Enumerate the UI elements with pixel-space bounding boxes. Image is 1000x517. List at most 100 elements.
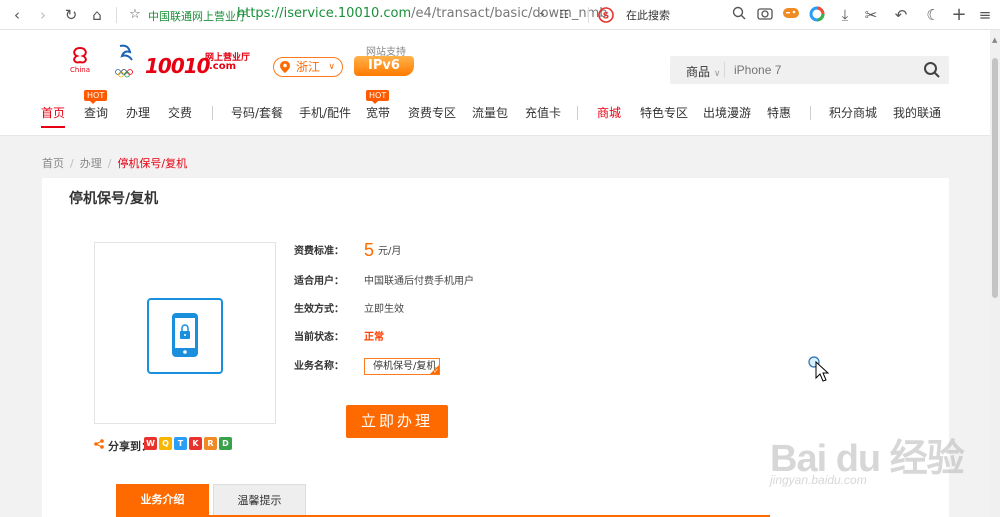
nav-item-label: 查询: [84, 106, 109, 120]
nav-item-store[interactable]: 商城: [597, 104, 621, 121]
scroll-up-icon[interactable]: ▲: [992, 36, 997, 44]
users-row: 适合用户： 中国联通后付费手机用户: [294, 272, 474, 287]
nav-item-home[interactable]: 首页: [41, 104, 66, 128]
nav-item-number-plan[interactable]: 号码/套餐: [231, 104, 283, 121]
nav-divider: [810, 106, 811, 120]
tencent-weibo-icon[interactable]: T: [174, 437, 187, 450]
hot-badge: HOT: [366, 90, 390, 104]
forward-icon[interactable]: ›: [34, 6, 52, 24]
breadcrumb-current: 停机保号/复机: [117, 157, 188, 170]
reload-icon[interactable]: ↻: [62, 6, 80, 24]
back-icon[interactable]: ‹: [8, 6, 26, 24]
product-search: 商品 ∨: [670, 56, 949, 84]
nav-item-tariffs[interactable]: 资费专区: [408, 104, 456, 121]
check-icon: ✓: [433, 367, 439, 375]
main-nav: 首页 HOT 查询 办理 交费 号码/套餐 手机/配件 HOT 宽带 资费专区 流量…: [0, 90, 990, 128]
plus-icon[interactable]: +: [950, 6, 968, 24]
nav-item-featured[interactable]: 特色专区: [640, 104, 688, 121]
url-main: https://iservice.10010.com: [237, 6, 412, 21]
china-unicom-logo[interactable]: China: [68, 44, 108, 78]
users-value: 中国联通后付费手机用户: [364, 276, 474, 287]
qr-icon[interactable]: ☷: [555, 6, 573, 24]
status-label: 当前状态：: [294, 332, 344, 343]
color-icon[interactable]: [808, 6, 826, 24]
lightning-icon[interactable]: ⚡: [533, 6, 551, 24]
hot-badge: HOT: [84, 90, 108, 104]
weibo-icon[interactable]: W: [144, 437, 157, 450]
address-bar[interactable]: https://iservice.10010.com/e4/transact/b…: [237, 6, 608, 21]
status-value: 正常: [364, 332, 384, 343]
breadcrumb-separator: /: [70, 157, 74, 170]
users-label: 适合用户：: [294, 276, 344, 287]
douban-icon[interactable]: D: [219, 437, 232, 450]
page-title: 停机保号/复机: [69, 191, 159, 207]
kaixin-icon[interactable]: K: [189, 437, 202, 450]
search-category-label: 商品: [686, 65, 711, 79]
nav-item-recharge[interactable]: 充值卡: [525, 104, 561, 121]
status-row: 当前状态： 正常: [294, 328, 384, 343]
nav-divider: [212, 106, 213, 120]
nav-item-phones[interactable]: 手机/配件: [299, 104, 351, 121]
search-icon[interactable]: [923, 61, 941, 79]
page-scrollbar[interactable]: ▲: [990, 30, 1000, 517]
chevron-down-icon: ∨: [713, 69, 721, 79]
fee-row: 资费标准： 5 元/月: [294, 240, 401, 261]
menu-icon[interactable]: ≡: [976, 6, 994, 24]
breadcrumb: 首页 / 办理 / 停机保号/复机: [42, 155, 187, 171]
undo-icon[interactable]: ↶: [892, 6, 910, 24]
tab-tips[interactable]: 温馨提示: [213, 484, 306, 515]
location-pin-icon: [280, 61, 290, 73]
tab-service-intro[interactable]: 业务介绍: [116, 484, 209, 515]
star-icon[interactable]: ☆: [126, 6, 144, 24]
camera-icon[interactable]: [756, 6, 774, 24]
nav-divider: [577, 106, 578, 120]
scroll-thumb[interactable]: [992, 58, 998, 298]
browser-toolbar: ‹ › ↻ ⌂ ☆ 中国联通网上营业厅 https://iservice.100…: [0, 0, 1000, 30]
search-input[interactable]: [734, 62, 904, 78]
svg-text:S: S: [603, 12, 609, 22]
effect-row: 生效方式： 立即生效: [294, 300, 404, 315]
sogou-icon[interactable]: S: [598, 6, 616, 24]
watermark-url: jingyan.baidu.com: [770, 473, 867, 487]
moon-icon[interactable]: ☾: [924, 6, 942, 24]
scissors-icon[interactable]: ✂: [862, 6, 880, 24]
apply-button[interactable]: 立即办理: [346, 405, 448, 438]
nav-item-query[interactable]: HOT 查询: [84, 90, 109, 121]
nav-item-roaming[interactable]: 出境漫游: [703, 104, 751, 121]
nav-item-handle[interactable]: 办理: [126, 104, 150, 121]
region-selector[interactable]: 浙江 ∨: [273, 57, 343, 77]
phone-lock-icon: [147, 298, 223, 374]
svg-text:China: China: [70, 66, 90, 74]
url-rest: /e4/transact/basic/dowm_nmb: [411, 6, 608, 21]
download-icon[interactable]: ⤓: [836, 6, 854, 24]
nav-item-deals[interactable]: 特惠: [767, 104, 791, 121]
search-divider: [724, 62, 725, 78]
toolbar-divider: [588, 7, 589, 23]
site-name: 中国联通网上营业厅: [148, 10, 247, 23]
site-logo[interactable]: 10010 网上营业厅 .com: [145, 53, 250, 78]
region-label: 浙江: [296, 60, 321, 74]
renren-icon[interactable]: R: [204, 437, 217, 450]
nav-item-pay[interactable]: 交费: [168, 104, 192, 121]
nav-item-data-pack[interactable]: 流量包: [472, 104, 508, 121]
nav-item-my-unicom[interactable]: 我的联通: [893, 104, 941, 121]
nav-item-broadband[interactable]: HOT 宽带: [366, 90, 390, 121]
qzone-icon[interactable]: Q: [159, 437, 172, 450]
fee-value: 5: [364, 240, 375, 260]
toolbar-divider: [116, 7, 117, 23]
breadcrumb-home[interactable]: 首页: [42, 157, 64, 170]
beijing-2022-logo: [112, 42, 140, 78]
search-category-dropdown[interactable]: 商品 ∨: [686, 63, 720, 80]
game-icon[interactable]: [782, 6, 800, 24]
effect-value: 立即生效: [364, 304, 404, 315]
home-icon[interactable]: ⌂: [88, 6, 106, 24]
biz-name-option[interactable]: 停机保号/复机 ✓: [364, 358, 440, 375]
browser-search-input[interactable]: 在此搜索: [626, 7, 670, 23]
logo-text: 10010: [145, 54, 211, 78]
baidu-jingyan-watermark: Bai du 经验 jingyan.baidu.com: [770, 405, 965, 500]
nav-item-points-mall[interactable]: 积分商城: [829, 104, 877, 121]
chevron-down-icon: ∨: [328, 62, 335, 72]
busy-cursor-icon: [808, 356, 830, 382]
breadcrumb-section[interactable]: 办理: [80, 157, 102, 170]
search-icon[interactable]: [730, 6, 748, 24]
